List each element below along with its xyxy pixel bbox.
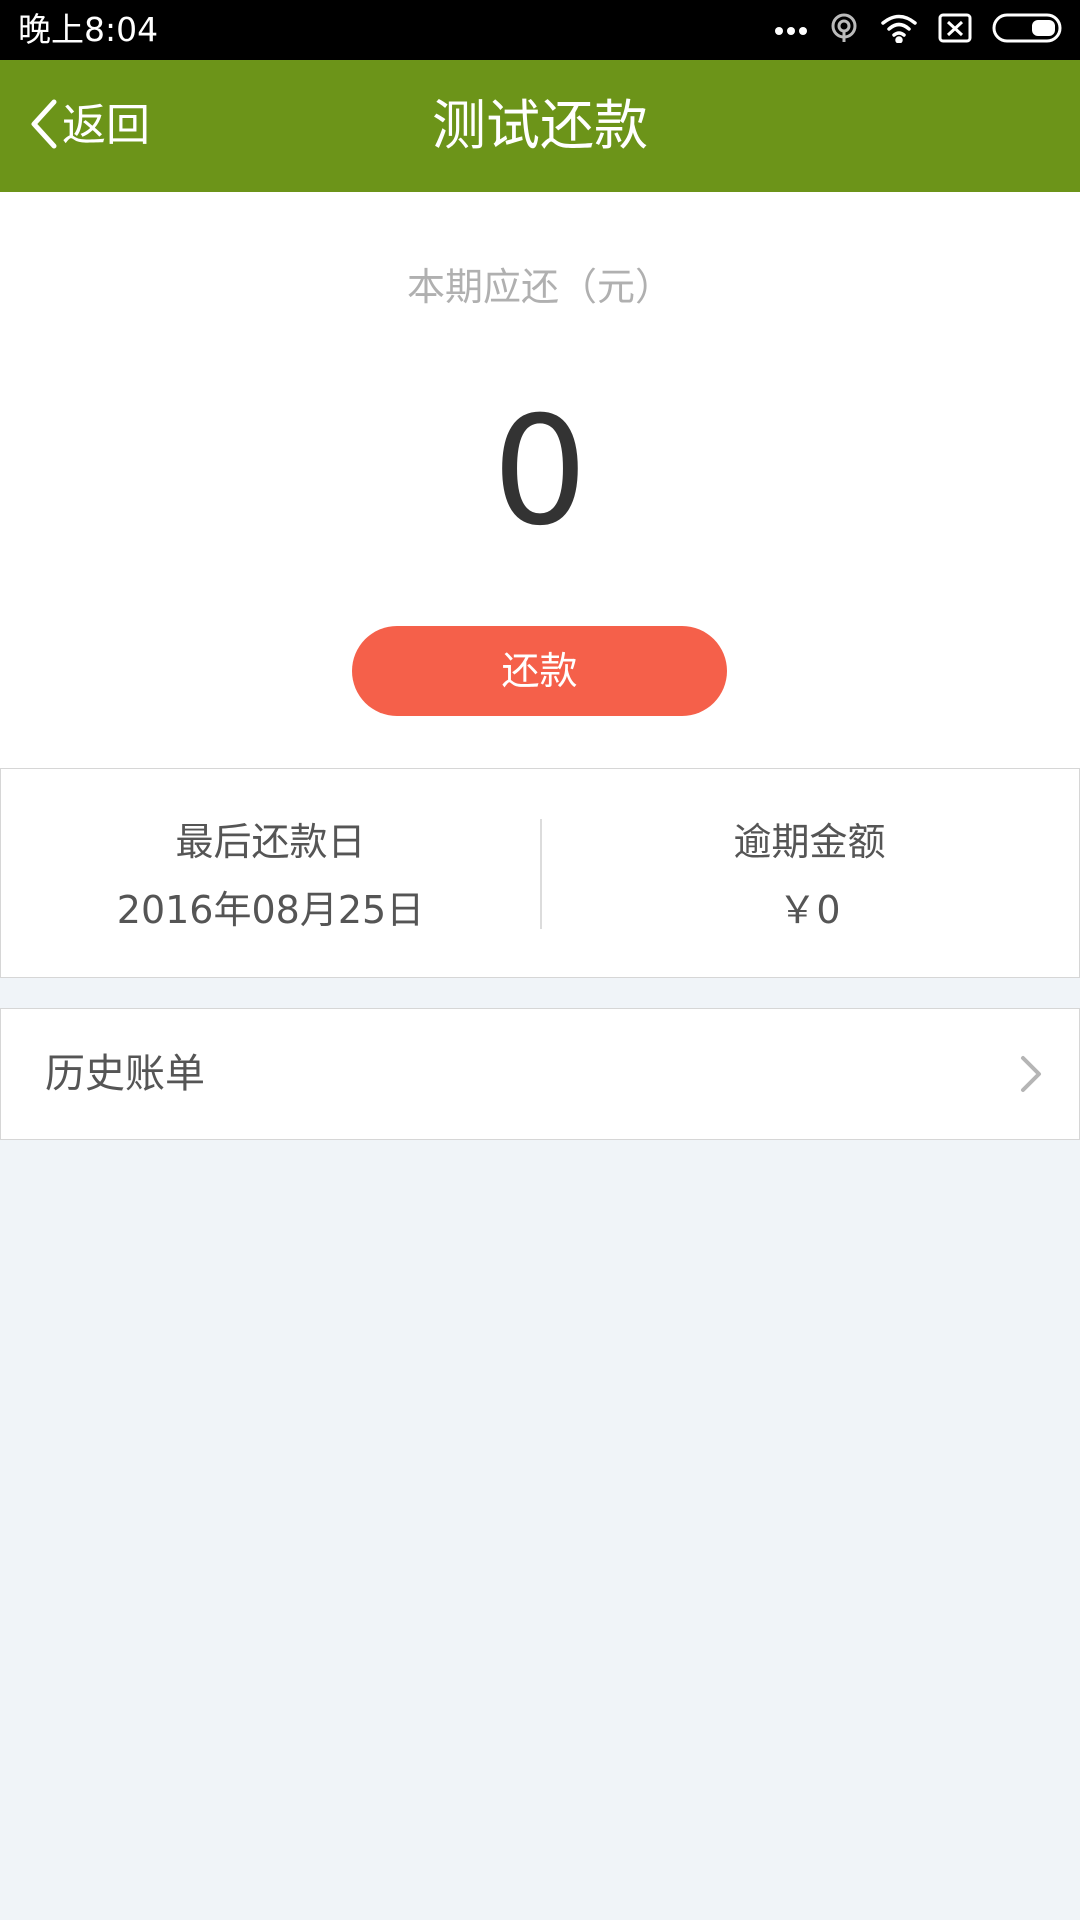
amount-value: 0 bbox=[492, 385, 588, 559]
repay-button[interactable]: 还款 bbox=[352, 626, 727, 716]
due-date-column: 最后还款日 2016年08月25日 bbox=[1, 769, 540, 977]
repayment-summary: 本期应还（元） 0 还款 bbox=[0, 192, 1080, 768]
status-time: 晚上8:04 bbox=[18, 10, 159, 49]
history-bills-label: 历史账单 bbox=[45, 1051, 205, 1097]
nav-bar: 返回 测试还款 bbox=[0, 60, 1080, 192]
hotspot-icon bbox=[828, 12, 860, 48]
history-bills-row[interactable]: 历史账单 bbox=[0, 1008, 1080, 1140]
overdue-title: 逾期金额 bbox=[733, 820, 886, 864]
battery-icon bbox=[992, 13, 1064, 47]
due-date-title: 最后还款日 bbox=[175, 820, 366, 864]
overdue-value: ￥0 bbox=[778, 888, 841, 932]
status-bar: 晚上8:04 bbox=[0, 0, 1080, 60]
page-title: 测试还款 bbox=[432, 94, 648, 157]
sim-off-icon bbox=[938, 13, 972, 47]
amount-label: 本期应还（元） bbox=[406, 265, 673, 309]
overdue-column: 逾期金额 ￥0 bbox=[540, 769, 1079, 977]
info-card: 最后还款日 2016年08月25日 逾期金额 ￥0 bbox=[0, 768, 1080, 978]
wifi-icon bbox=[880, 13, 918, 47]
status-icons bbox=[774, 10, 1064, 50]
due-date-value: 2016年08月25日 bbox=[116, 888, 425, 932]
chevron-right-icon bbox=[1007, 1052, 1051, 1096]
more-dots-icon bbox=[774, 21, 808, 40]
